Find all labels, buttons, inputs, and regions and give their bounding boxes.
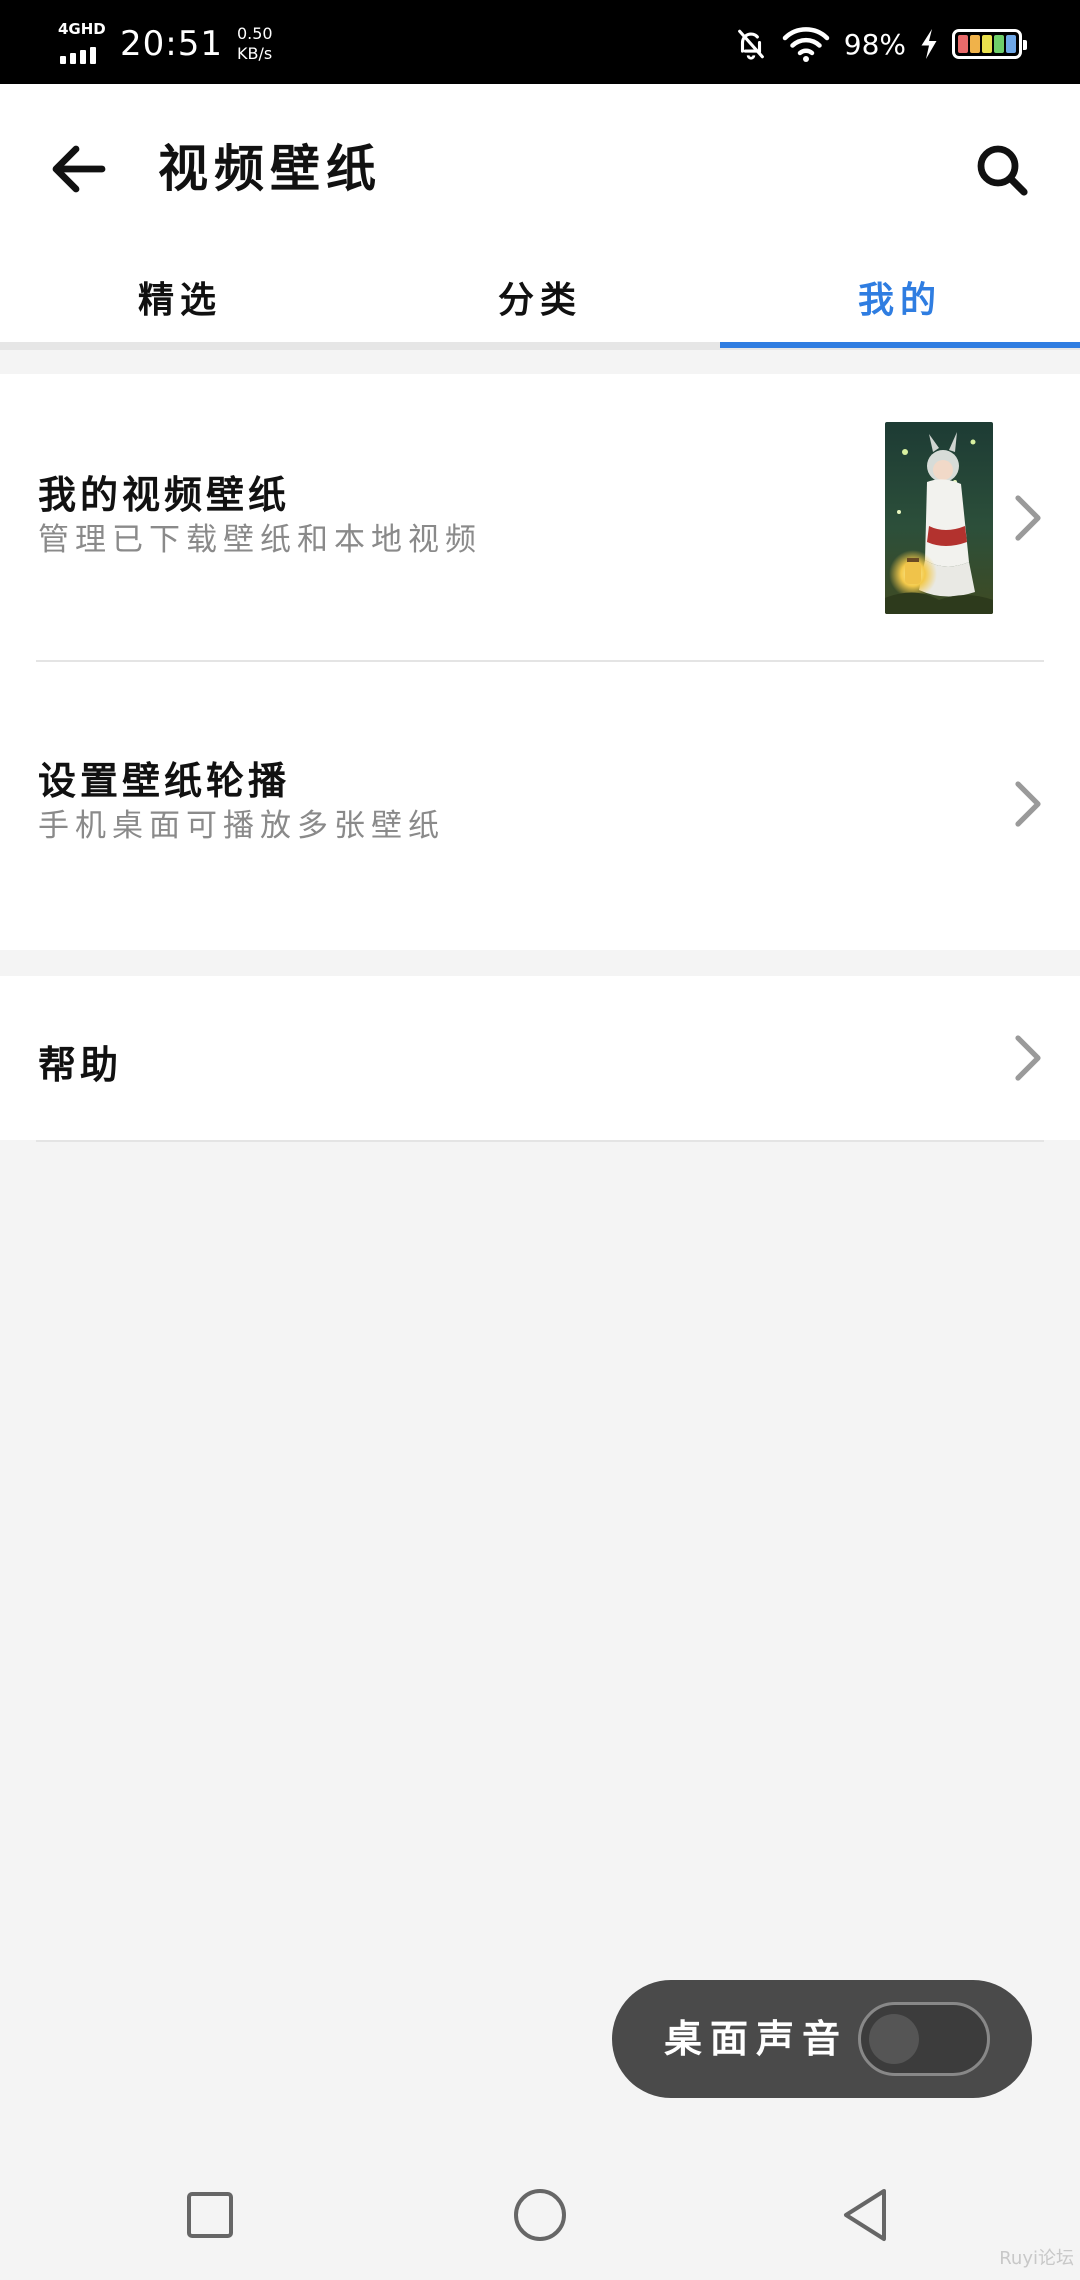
carousel-title: 设置壁纸轮播 [38, 758, 291, 803]
tab-categories[interactable]: 分类 [360, 250, 720, 350]
carousel-subtitle: 手机桌面可播放多张壁纸 [38, 808, 445, 844]
triangle-back-icon [844, 2189, 886, 2241]
app-bar: 视频壁纸 [0, 84, 1080, 250]
wifi-icon [782, 27, 830, 62]
charging-bolt-icon [921, 29, 937, 59]
status-bar: 4GHD 20:51 0.50 KB/s 98% [0, 0, 1080, 84]
network-type: 4GHD [58, 20, 106, 38]
desktop-sound-control: 桌面声音 [612, 1980, 1032, 2098]
clock: 20:51 [120, 24, 223, 64]
desktop-sound-label: 桌面声音 [664, 2016, 849, 2061]
my-wallpapers-subtitle: 管理已下载壁纸和本地视频 [38, 522, 482, 558]
home-button[interactable] [500, 2180, 580, 2250]
battery-percent: 98% [843, 27, 906, 61]
tab-indicator [720, 342, 1080, 348]
chevron-right-icon [1015, 495, 1041, 541]
chevron-right-icon [1015, 781, 1041, 827]
divider [36, 1140, 1044, 1142]
back-button[interactable] [40, 134, 116, 204]
search-button[interactable] [964, 132, 1040, 208]
tab-featured[interactable]: 精选 [0, 250, 360, 350]
speed-value: 0.50 [236, 24, 273, 43]
back-nav-button[interactable] [826, 2180, 906, 2250]
speed-unit: KB/s [236, 44, 273, 63]
page-title: 视频壁纸 [158, 139, 382, 198]
wallpaper-carousel-item[interactable]: 设置壁纸轮播 手机桌面可播放多张壁纸 [0, 662, 1080, 950]
chevron-right-icon [1015, 1035, 1041, 1081]
battery-icon [952, 29, 1027, 59]
toggle-knob [869, 2014, 919, 2064]
help-card: 帮助 [0, 976, 1080, 1142]
circle-icon [514, 2189, 566, 2241]
desktop-sound-toggle[interactable] [858, 2002, 990, 2076]
watermark: Ruyi论坛 [999, 2248, 1074, 2269]
wallpaper-menu-card: 我的视频壁纸 管理已下载壁纸和本地视频 设置壁纸轮播 手机桌面可播放多张壁纸 [0, 374, 1080, 950]
square-icon [187, 2192, 233, 2238]
network-speed: 0.50 KB/s [237, 24, 273, 64]
help-item[interactable]: 帮助 [0, 976, 1080, 1140]
recents-button[interactable] [170, 2180, 250, 2250]
mute-bell-icon [737, 29, 764, 60]
system-nav-bar: Ruyi论坛 [0, 2150, 1080, 2280]
my-wallpapers-title: 我的视频壁纸 [38, 472, 291, 517]
search-icon [977, 145, 1028, 196]
help-title: 帮助 [38, 1042, 123, 1087]
signal-icon: 4GHD [58, 20, 106, 68]
tab-mine[interactable]: 我的 [720, 250, 1080, 350]
arrow-left-icon [52, 145, 106, 193]
tab-bar: 精选 分类 我的 [0, 250, 1080, 350]
my-wallpapers-item[interactable]: 我的视频壁纸 管理已下载壁纸和本地视频 [0, 374, 1080, 660]
wallpaper-thumbnail [885, 422, 993, 614]
